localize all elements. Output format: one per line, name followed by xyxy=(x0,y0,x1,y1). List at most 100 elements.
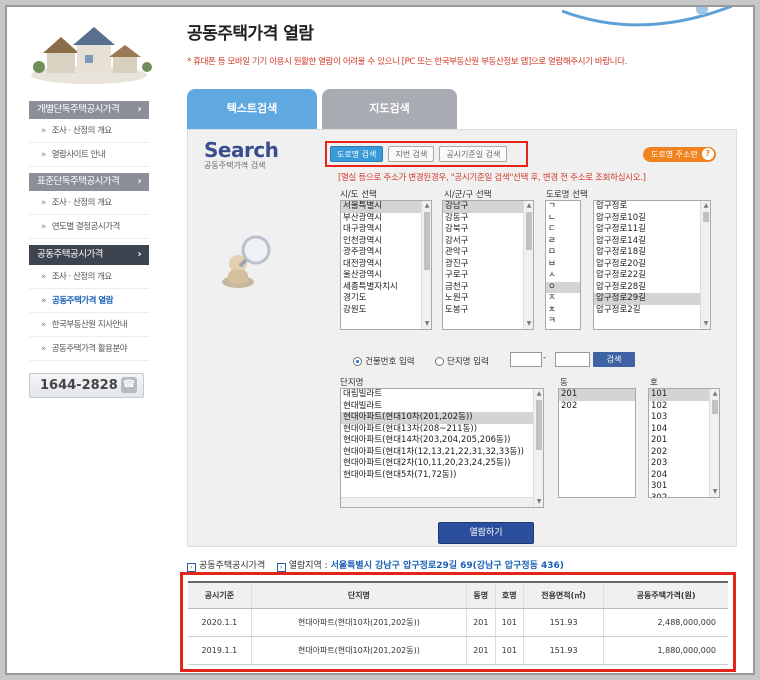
list-option[interactable]: 관악구 xyxy=(443,247,533,259)
sidebar-item-individual-sites[interactable]: » 열람사이트 안내 xyxy=(29,143,149,167)
list-option[interactable]: 경기도 xyxy=(341,293,431,305)
sigungu-listbox[interactable]: 강남구 강동구 강북구 강서구 관악구 광진구 구로구 금천구 노원구 도봉구 ▲ ▼ xyxy=(442,200,534,330)
scrollbar[interactable]: ▲ ▼ xyxy=(421,201,431,329)
scroll-up-icon[interactable]: ▲ xyxy=(422,201,431,211)
list-option[interactable]: 노원구 xyxy=(443,293,533,305)
list-option[interactable]: ㅋ xyxy=(546,316,580,328)
scrollbar[interactable]: ▲ ▼ xyxy=(523,201,533,329)
list-option[interactable]: ㄱ xyxy=(546,201,580,213)
horizontal-scrollbar[interactable] xyxy=(341,497,533,507)
list-option[interactable]: 금천구 xyxy=(443,282,533,294)
list-option[interactable]: 현대아파트(현대1차(12,13,21,22,31,32,33동)) xyxy=(341,447,543,459)
complex-listbox[interactable]: 대림빌라트 현대빌라트 현대아파트(현대10차(201,202동)) 현대아파트(현대… xyxy=(340,388,544,508)
list-option[interactable]: 압구정로20길 xyxy=(594,259,710,271)
list-option[interactable]: 압구정로28길 xyxy=(594,282,710,294)
road-listbox[interactable]: 압구정로 압구정로10길 압구정로11길 압구정로14길 압구정로18길 압구정로20길 압… xyxy=(593,200,711,330)
ho-listbox[interactable]: 101 102 103 104 201 202 203 204 301 302 ▲ ▼ xyxy=(648,388,720,498)
list-option[interactable]: 압구정로18길 xyxy=(594,247,710,259)
list-option[interactable]: 구로구 xyxy=(443,270,533,282)
list-option[interactable]: ㅌ xyxy=(546,328,580,330)
list-option[interactable]: 강남구 xyxy=(443,201,533,213)
list-option[interactable]: 광진구 xyxy=(443,259,533,271)
list-option[interactable]: 압구정로22길 xyxy=(594,270,710,282)
scroll-down-icon[interactable]: ▼ xyxy=(422,319,431,329)
road-address-help-button[interactable]: 도로명 주소란? xyxy=(643,147,716,162)
building-main-number-input[interactable] xyxy=(510,352,542,367)
sidebar-item-usage[interactable]: » 공동주택가격 활용분야 xyxy=(29,337,149,361)
sido-listbox[interactable]: 서울특별시 부산광역시 대구광역시 인천광역시 광주광역시 대전광역시 울산광역시 세종특별자… xyxy=(340,200,432,330)
radio-complex-name[interactable]: 단지명 입력 xyxy=(435,355,489,367)
sidebar-item-individual-overview[interactable]: » 조사 · 산정의 개요 xyxy=(29,119,149,143)
scroll-down-icon[interactable]: ▼ xyxy=(701,319,710,329)
list-option[interactable]: ㅂ xyxy=(546,259,580,271)
list-option[interactable]: 압구정로10길 xyxy=(594,213,710,225)
list-option[interactable]: 현대아파트(현대13차(208~211동)) xyxy=(341,424,543,436)
scrollbar[interactable]: ▲ ▼ xyxy=(533,389,543,507)
list-option[interactable]: ㄹ xyxy=(546,236,580,248)
scroll-thumb[interactable] xyxy=(536,400,542,450)
sidebar-item-branches[interactable]: » 한국부동산원 지사안내 xyxy=(29,313,149,337)
initial-listbox[interactable]: ㄱㄴㄷㄹㅁㅂㅅㅇㅈㅊㅋㅌㅎ xyxy=(545,200,581,330)
list-option[interactable]: 부산광역시 xyxy=(341,213,431,225)
list-option[interactable]: 대림빌라트 xyxy=(341,389,543,401)
list-option[interactable]: 울산광역시 xyxy=(341,270,431,282)
building-sub-number-input[interactable] xyxy=(555,352,590,367)
sidebar-section-individual[interactable]: 개별단독주택공시가격 › xyxy=(29,101,149,119)
list-option[interactable]: ㅈ xyxy=(546,293,580,305)
list-option[interactable]: ㅅ xyxy=(546,270,580,282)
scroll-up-icon[interactable]: ▲ xyxy=(524,201,533,211)
list-option[interactable]: 압구정로2길 xyxy=(594,305,710,317)
scroll-thumb[interactable] xyxy=(424,212,430,270)
list-option[interactable]: ㅊ xyxy=(546,305,580,317)
scroll-thumb[interactable] xyxy=(703,212,709,222)
list-option[interactable]: 현대아파트(현대14차(203,204,205,206동)) xyxy=(341,435,543,447)
list-option[interactable]: 현대빌라트 xyxy=(341,401,543,413)
radio-building-number[interactable]: 건물번호 입력 xyxy=(353,355,415,367)
scroll-thumb[interactable] xyxy=(526,212,532,250)
view-button[interactable]: 열람하기 xyxy=(438,522,534,544)
list-option[interactable]: 인천광역시 xyxy=(341,236,431,248)
date-search-button[interactable]: 공시기준일 검색 xyxy=(439,146,508,162)
sidebar-section-apartment[interactable]: 공동주택공시가격 › xyxy=(29,245,149,265)
list-option[interactable]: 현대아파트(현대5차(71,72동)) xyxy=(341,470,543,482)
number-search-button[interactable]: 검색 xyxy=(593,352,635,367)
sidebar-item-apartment-overview[interactable]: » 조사 · 산정의 개요 xyxy=(29,265,149,289)
scroll-up-icon[interactable]: ▲ xyxy=(710,389,719,399)
tab-map-search[interactable]: 지도검색 xyxy=(322,89,457,129)
list-option[interactable]: ㄴ xyxy=(546,213,580,225)
sidebar-item-standard-yearly[interactable]: » 연도별 결정공시가격 xyxy=(29,215,149,239)
list-option[interactable]: 압구정로14길 xyxy=(594,236,710,248)
scroll-down-icon[interactable]: ▼ xyxy=(710,487,719,497)
list-option[interactable]: 서울특별시 xyxy=(341,201,431,213)
list-option[interactable]: 압구정로11길 xyxy=(594,224,710,236)
list-option[interactable]: 강서구 xyxy=(443,236,533,248)
list-option[interactable]: 압구정로29길 xyxy=(594,293,710,305)
scroll-thumb[interactable] xyxy=(712,400,718,414)
list-option[interactable]: 강동구 xyxy=(443,213,533,225)
list-option[interactable]: ㄷ xyxy=(546,224,580,236)
lot-search-button[interactable]: 지번 검색 xyxy=(388,146,435,162)
sidebar-section-standard[interactable]: 표준단독주택공시가격 › xyxy=(29,173,149,191)
list-option[interactable]: 현대아파트(현대10차(201,202동)) xyxy=(341,412,543,424)
scroll-up-icon[interactable]: ▲ xyxy=(534,389,543,399)
list-option[interactable]: 대전광역시 xyxy=(341,259,431,271)
list-option[interactable]: 202 xyxy=(559,401,635,413)
dong-listbox[interactable]: 201 202 xyxy=(558,388,636,498)
list-option[interactable]: 세종특별자치시 xyxy=(341,282,431,294)
scrollbar[interactable]: ▲ ▼ xyxy=(700,201,710,329)
list-option[interactable]: ㅁ xyxy=(546,247,580,259)
scroll-down-icon[interactable]: ▼ xyxy=(534,497,543,507)
list-option[interactable]: 압구정로 xyxy=(594,201,710,213)
scroll-up-icon[interactable]: ▲ xyxy=(701,201,710,211)
scrollbar[interactable]: ▲ ▼ xyxy=(709,389,719,497)
list-option[interactable]: 현대아파트(현대2차(10,11,20,23,24,25동)) xyxy=(341,458,543,470)
sidebar-item-apartment-view[interactable]: » 공동주택가격 열람 xyxy=(29,289,149,313)
list-option[interactable]: 201 xyxy=(559,389,635,401)
list-option[interactable]: 대구광역시 xyxy=(341,224,431,236)
sidebar-item-standard-overview[interactable]: » 조사 · 산정의 개요 xyxy=(29,191,149,215)
tab-text-search[interactable]: 텍스트검색 xyxy=(187,89,317,129)
list-option[interactable]: 도봉구 xyxy=(443,305,533,317)
road-search-button[interactable]: 도로명 검색 xyxy=(330,146,384,162)
scroll-down-icon[interactable]: ▼ xyxy=(524,319,533,329)
list-option[interactable]: ㅇ xyxy=(546,281,580,293)
